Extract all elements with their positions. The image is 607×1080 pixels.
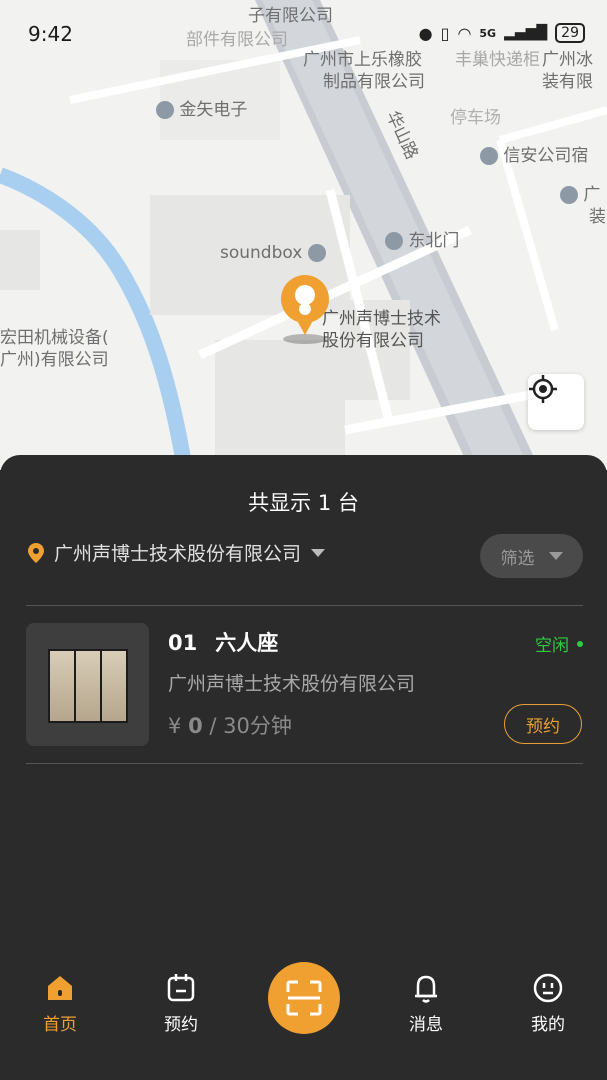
scan-icon [286, 980, 322, 1016]
filter-button[interactable]: 筛选 [480, 534, 583, 578]
scan-button[interactable] [268, 962, 340, 1034]
battery-icon: 29 [555, 23, 585, 43]
booth-number: 01 [168, 631, 198, 655]
poi-label[interactable]: soundbox [220, 243, 326, 263]
price-value: 0 [188, 714, 203, 738]
poi-label[interactable]: 股份有限公司 [322, 331, 424, 351]
crosshair-icon [529, 375, 557, 403]
wifi-icon: ◠ [457, 23, 472, 43]
map-view[interactable]: 子有限公司 部件有限公司 广州市上乐橡胶 制品有限公司 丰巢快递柜 广州冰 装有… [0, 0, 607, 470]
divider [26, 763, 583, 764]
poi-name: 东北门 [408, 231, 460, 251]
price-symbol: ¥ [168, 714, 182, 738]
bottom-tab-bar: 首页 预约 消息 我的 [0, 960, 607, 1080]
status-icons: ● ▯ ◠ 5G ▂▄▆█ 29 [419, 23, 585, 43]
calendar-icon [167, 974, 195, 1002]
poi-name: soundbox [220, 243, 303, 263]
profile-icon [533, 973, 563, 1003]
tab-label: 首页 [43, 1015, 77, 1035]
poi-marker-icon [385, 232, 403, 250]
poi-label[interactable]: 装 [589, 207, 606, 227]
booth-image [48, 649, 128, 723]
tab-messages[interactable]: 消息 [386, 972, 466, 1035]
booth-title: 01 六人座 [168, 627, 278, 657]
poi-label[interactable]: 停车场 [450, 108, 501, 128]
selected-location-pin-icon[interactable] [277, 273, 333, 345]
booth-thumbnail [26, 623, 149, 746]
booth-price: ¥ 0 / 30分钟 [168, 710, 292, 740]
booth-name: 六人座 [215, 631, 279, 655]
poi-marker-icon [560, 186, 578, 204]
status-dot-icon [577, 640, 583, 647]
booth-company: 广州声博士技术股份有限公司 [168, 673, 416, 695]
poi-marker-icon [307, 244, 326, 262]
poi-label[interactable]: 金矢电子 [156, 100, 247, 120]
poi-name: 信安公司宿 [503, 146, 589, 166]
filter-label: 筛选 [500, 548, 535, 569]
poi-label[interactable]: 宏田机械设备( [0, 328, 109, 348]
locate-me-button[interactable] [528, 374, 584, 430]
home-icon [48, 976, 72, 1000]
vibrate-icon: ▯ [440, 23, 450, 43]
poi-marker-icon [156, 101, 174, 119]
poi-label[interactable]: 广 [560, 185, 600, 205]
status-badge: 空闲 [535, 631, 583, 656]
status-text: 空闲 [535, 636, 569, 656]
divider [26, 605, 583, 606]
poi-label[interactable]: 广州声博士技术 [322, 309, 441, 329]
dropdown-caret-icon [548, 552, 563, 560]
tab-label: 预约 [164, 1015, 198, 1035]
poi-name: 广 [583, 185, 601, 205]
bell-icon [415, 975, 437, 1003]
tab-label: 消息 [409, 1015, 443, 1035]
signal-icon: ▂▄▆█ [504, 25, 548, 41]
tab-home[interactable]: 首页 [20, 972, 100, 1035]
location-icon: ● [418, 23, 433, 43]
map-roads [0, 0, 607, 470]
location-selector[interactable]: 广州声博士技术股份有限公司 [26, 539, 326, 566]
tab-booking[interactable]: 预约 [141, 972, 221, 1035]
price-unit: / 30分钟 [202, 714, 292, 738]
poi-marker-icon [480, 147, 498, 165]
poi-name: 金矢电子 [179, 100, 248, 120]
poi-label[interactable]: 装有限 [542, 72, 593, 92]
tab-profile[interactable]: 我的 [508, 972, 588, 1035]
poi-label[interactable]: 广州)有限公司 [0, 350, 109, 370]
dropdown-caret-icon [311, 548, 326, 557]
tab-label: 我的 [531, 1015, 565, 1035]
poi-label[interactable]: 信安公司宿 [480, 146, 588, 166]
network-type: 5G [479, 26, 497, 40]
location-name: 广州声博士技术股份有限公司 [54, 543, 302, 565]
poi-label[interactable]: 制品有限公司 [323, 72, 425, 92]
results-count: 共显示 1 台 [248, 491, 359, 515]
location-pin-icon [28, 542, 44, 563]
poi-label[interactable]: 东北门 [385, 231, 459, 251]
status-bar: 9:42 ● ▯ ◠ 5G ▂▄▆█ 29 [0, 0, 607, 70]
book-button[interactable]: 预约 [504, 704, 582, 744]
clock: 9:42 [28, 22, 73, 46]
